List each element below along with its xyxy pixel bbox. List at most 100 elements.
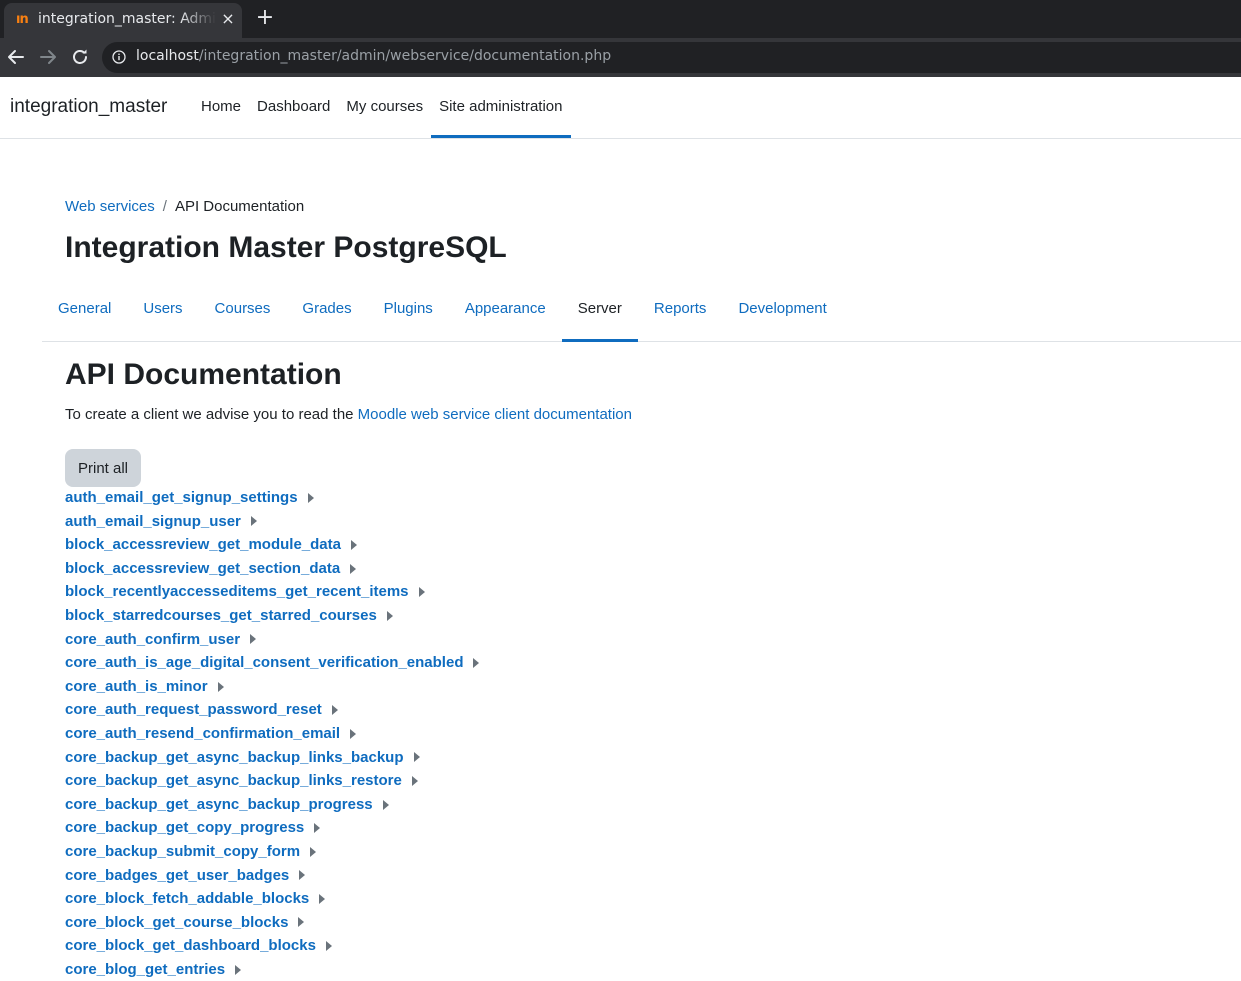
browser-tab-strip: ın integration_master: Administration × … [0, 0, 1241, 38]
function-item[interactable]: core_auth_confirm_user [65, 628, 765, 652]
function-item[interactable]: core_blog_get_entries [65, 958, 765, 981]
function-item[interactable]: core_auth_resend_confirmation_email [65, 722, 765, 746]
close-tab-icon[interactable]: × [218, 9, 238, 29]
url-path: /integration_master/admin/webservice/doc… [198, 48, 612, 64]
expand-caret-icon[interactable] [386, 610, 393, 621]
expand-caret-icon[interactable] [298, 917, 305, 928]
function-name[interactable]: core_badges_get_user_badges [65, 864, 289, 888]
function-name[interactable]: core_block_get_course_blocks [65, 911, 288, 935]
expand-caret-icon[interactable] [314, 823, 321, 834]
tab-general[interactable]: General [42, 285, 127, 341]
function-name[interactable]: core_auth_confirm_user [65, 628, 240, 652]
function-item[interactable]: core_block_fetch_addable_blocks [65, 887, 765, 911]
expand-caret-icon[interactable] [250, 516, 257, 527]
function-item[interactable]: core_badges_get_user_badges [65, 864, 765, 888]
expand-caret-icon[interactable] [382, 799, 389, 810]
function-item[interactable]: core_backup_submit_copy_form [65, 840, 765, 864]
function-name[interactable]: core_block_fetch_addable_blocks [65, 887, 309, 911]
url-text: localhost/integration_master/admin/webse… [136, 48, 611, 64]
function-name[interactable]: block_starredcourses_get_starred_courses [65, 604, 377, 628]
intro-text: To create a client we advise you to read… [65, 406, 358, 423]
function-name[interactable]: block_accessreview_get_module_data [65, 533, 341, 557]
function-name[interactable]: block_accessreview_get_section_data [65, 557, 340, 581]
reload-icon[interactable] [68, 45, 92, 69]
tab-appearance[interactable]: Appearance [449, 285, 562, 341]
breadcrumb: Web services / API Documentation [65, 198, 304, 215]
tab-courses[interactable]: Courses [199, 285, 287, 341]
function-item[interactable]: block_recentlyaccesseditems_get_recent_i… [65, 580, 765, 604]
address-bar[interactable]: localhost/integration_master/admin/webse… [102, 42, 1241, 73]
function-name[interactable]: core_auth_is_minor [65, 675, 208, 699]
function-name[interactable]: core_backup_get_async_backup_progress [65, 793, 373, 817]
tab-reports[interactable]: Reports [638, 285, 723, 341]
expand-caret-icon[interactable] [331, 705, 338, 716]
function-item[interactable]: core_block_get_course_blocks [65, 911, 765, 935]
function-item[interactable]: core_auth_is_age_digital_consent_verific… [65, 651, 765, 675]
function-name[interactable]: core_backup_submit_copy_form [65, 840, 300, 864]
function-item[interactable]: core_auth_request_password_reset [65, 698, 765, 722]
forward-arrow-icon[interactable] [36, 45, 60, 69]
tab-development[interactable]: Development [722, 285, 842, 341]
back-arrow-icon[interactable] [4, 45, 28, 69]
function-item[interactable]: core_backup_get_async_backup_links_resto… [65, 769, 765, 793]
expand-caret-icon[interactable] [411, 775, 418, 786]
function-name[interactable]: core_auth_resend_confirmation_email [65, 722, 340, 746]
tab-plugins[interactable]: Plugins [368, 285, 449, 341]
tab-server[interactable]: Server [561, 285, 639, 342]
function-item[interactable]: core_backup_get_async_backup_progress [65, 793, 765, 817]
expand-caret-icon[interactable] [250, 634, 257, 645]
function-name[interactable]: core_auth_is_age_digital_consent_verific… [65, 651, 463, 675]
expand-caret-icon[interactable] [299, 870, 306, 881]
expand-caret-icon[interactable] [307, 492, 314, 503]
expand-caret-icon[interactable] [235, 964, 242, 975]
function-item[interactable]: block_accessreview_get_module_data [65, 533, 765, 557]
function-name[interactable]: block_recentlyaccesseditems_get_recent_i… [65, 580, 409, 604]
nav-site-administration[interactable]: Site administration [431, 77, 571, 138]
page-title: Integration Master PostgreSQL [65, 231, 507, 264]
expand-caret-icon[interactable] [418, 587, 425, 598]
function-item[interactable]: auth_email_signup_user [65, 510, 765, 534]
browser-tab[interactable]: ın integration_master: Administration × [4, 3, 242, 38]
nav-home[interactable]: Home [193, 77, 249, 138]
new-tab-icon[interactable]: + [254, 6, 276, 30]
info-icon[interactable] [112, 50, 126, 64]
function-item[interactable]: core_backup_get_async_backup_links_backu… [65, 746, 765, 770]
section-heading: API Documentation [65, 358, 342, 391]
function-item[interactable]: block_starredcourses_get_starred_courses [65, 604, 765, 628]
browser-toolbar: localhost/integration_master/admin/webse… [0, 38, 1241, 77]
expand-caret-icon[interactable] [473, 657, 480, 668]
expand-caret-icon[interactable] [350, 539, 357, 550]
function-item[interactable]: core_block_get_dashboard_blocks [65, 934, 765, 958]
function-name[interactable]: core_backup_get_async_backup_links_resto… [65, 769, 402, 793]
print-all-button[interactable]: Print all [65, 449, 141, 487]
tab-grades[interactable]: Grades [286, 285, 367, 341]
function-item[interactable]: core_backup_get_copy_progress [65, 816, 765, 840]
function-item[interactable]: block_accessreview_get_section_data [65, 557, 765, 581]
function-name[interactable]: core_backup_get_async_backup_links_backu… [65, 746, 404, 770]
nav-my-courses[interactable]: My courses [338, 77, 431, 138]
breadcrumb-web-services[interactable]: Web services [65, 198, 155, 215]
function-item[interactable]: auth_email_get_signup_settings [65, 486, 765, 510]
expand-caret-icon[interactable] [310, 846, 317, 857]
function-name[interactable]: core_block_get_dashboard_blocks [65, 934, 316, 958]
function-item[interactable]: core_auth_is_minor [65, 675, 765, 699]
function-name[interactable]: auth_email_get_signup_settings [65, 486, 298, 510]
function-name[interactable]: core_auth_request_password_reset [65, 698, 322, 722]
intro-paragraph: To create a client we advise you to read… [65, 406, 632, 423]
nav-dashboard[interactable]: Dashboard [249, 77, 338, 138]
function-name[interactable]: auth_email_signup_user [65, 510, 241, 534]
tab-title: integration_master: Administration [38, 11, 216, 27]
expand-caret-icon[interactable] [413, 752, 420, 763]
function-list: auth_email_get_signup_settings auth_emai… [65, 486, 765, 981]
expand-caret-icon[interactable] [319, 893, 326, 904]
function-name[interactable]: core_blog_get_entries [65, 958, 225, 981]
expand-caret-icon[interactable] [217, 681, 224, 692]
expand-caret-icon[interactable] [350, 728, 357, 739]
primary-navigation: Home Dashboard My courses Site administr… [193, 77, 571, 138]
client-documentation-link[interactable]: Moodle web service client documentation [358, 406, 632, 423]
tab-users[interactable]: Users [127, 285, 198, 341]
expand-caret-icon[interactable] [325, 941, 332, 952]
site-brand[interactable]: integration_master [10, 96, 167, 118]
function-name[interactable]: core_backup_get_copy_progress [65, 816, 304, 840]
expand-caret-icon[interactable] [350, 563, 357, 574]
